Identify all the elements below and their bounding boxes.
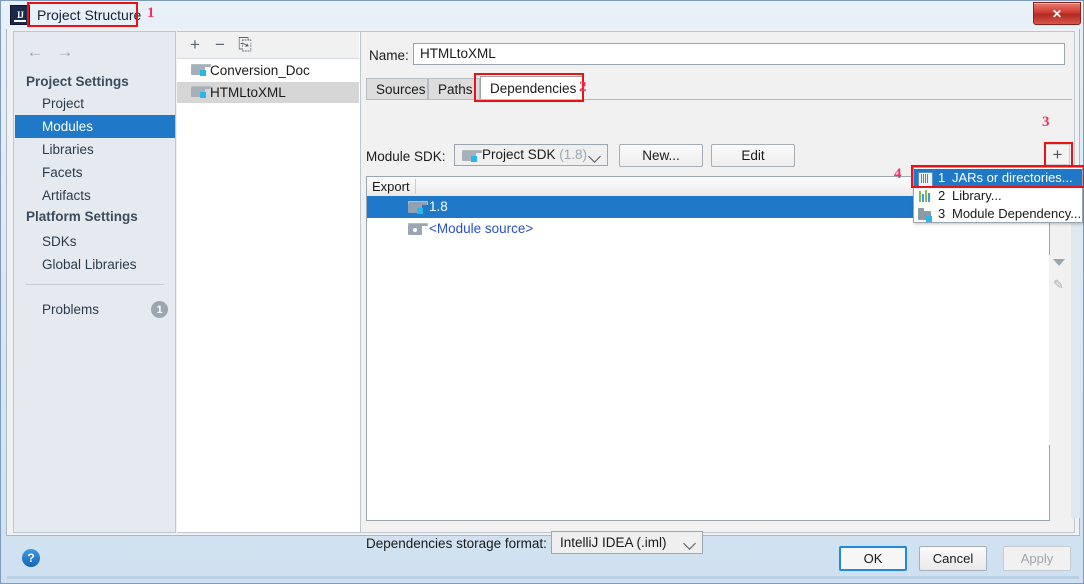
ok-button[interactable]: OK [839, 546, 907, 571]
list-item[interactable]: HTMLtoXML [177, 82, 359, 103]
sidebar-item-sdks[interactable]: SDKs [15, 230, 175, 253]
column-header-export[interactable]: Export [372, 177, 410, 196]
menu-item-module-dependency[interactable]: 3 Module Dependency... [914, 205, 1082, 223]
title-bar: IJ Project Structure ✕ [1, 1, 1084, 29]
sidebar-group-project-settings: Project Settings [26, 74, 129, 89]
edit-pencil-icon[interactable]: ✎ [1053, 278, 1065, 291]
module-sdk-label: Module SDK: [366, 149, 446, 164]
problems-count-badge: 1 [151, 301, 168, 318]
annotation-number-1: 1 [147, 5, 155, 21]
menu-item-label: JARs or directories... [952, 170, 1073, 185]
module-toolbar: + − ⎘ [177, 32, 359, 59]
edit-sdk-button[interactable]: Edit [711, 144, 795, 167]
list-item-label: HTMLtoXML [210, 85, 286, 100]
sidebar-item-global-libraries[interactable]: Global Libraries [15, 253, 175, 276]
table-row-label: <Module source> [429, 221, 534, 236]
tab-underline [366, 99, 1072, 100]
list-item[interactable]: Conversion_Doc [177, 60, 359, 81]
module-folder-icon [191, 64, 211, 76]
annotation-number-3: 3 [1042, 114, 1050, 130]
sidebar-item-project[interactable]: Project [15, 92, 175, 115]
sidebar-group-platform-settings: Platform Settings [26, 209, 138, 224]
forward-arrow-icon[interactable]: → [54, 42, 76, 62]
annotation-number-4: 4 [894, 166, 902, 182]
module-folder-icon [191, 86, 211, 98]
name-label: Name: [369, 48, 409, 63]
dialog-content: ← → Project Settings Project Modules Lib… [6, 29, 1080, 554]
module-list-panel: + − ⎘ Conversion_Doc HTMLtoXML [177, 31, 361, 533]
add-module-button[interactable]: + [185, 35, 205, 55]
close-button[interactable]: ✕ [1033, 2, 1081, 25]
cancel-button[interactable]: Cancel [919, 546, 987, 571]
module-name-input[interactable]: HTMLtoXML [413, 43, 1065, 65]
menu-item-label: Library... [952, 188, 1002, 203]
library-icon [918, 190, 931, 203]
tab-sources[interactable]: Sources [366, 78, 428, 100]
menu-item-library[interactable]: 2 Library... [914, 187, 1082, 205]
sdk-folder-icon [408, 201, 428, 214]
list-item-label: Conversion_Doc [210, 63, 310, 78]
tab-dependencies[interactable]: Dependencies [480, 76, 584, 100]
back-arrow-icon[interactable]: ← [24, 42, 46, 62]
sidebar-item-libraries[interactable]: Libraries [15, 138, 175, 161]
apply-button[interactable]: Apply [1003, 546, 1071, 571]
intellij-idea-icon: IJ [10, 5, 30, 25]
menu-item-number: 1 [938, 170, 946, 185]
tab-paths[interactable]: Paths [428, 78, 480, 100]
add-dependency-menu: 1 JARs or directories... 2 Library... 3 … [913, 167, 1083, 223]
sdk-folder-icon [462, 150, 482, 162]
dependencies-table: Export Scope 1.8 <Module source> [366, 176, 1050, 521]
module-detail-panel: Name: HTMLtoXML Sources Paths Dependenci… [361, 31, 1075, 554]
sidebar-nav: ← → [24, 42, 94, 62]
remove-module-button[interactable]: − [210, 35, 230, 55]
table-side-toolbar: ✎ [1049, 255, 1069, 445]
module-tabs: Sources Paths Dependencies [366, 76, 1072, 100]
chevron-down-icon [588, 150, 601, 163]
module-sdk-value: Project SDK [482, 147, 556, 162]
window-bottom-edge [7, 576, 1079, 579]
module-icon [918, 208, 932, 222]
menu-item-label: Module Dependency... [952, 206, 1082, 221]
sidebar-item-modules[interactable]: Modules [15, 115, 175, 138]
project-structure-dialog: IJ Project Structure ✕ ← → Project Setti… [0, 0, 1084, 584]
move-down-icon[interactable] [1053, 259, 1065, 266]
jar-icon [918, 172, 933, 187]
sidebar-item-artifacts[interactable]: Artifacts [15, 184, 175, 207]
table-row-label: 1.8 [429, 199, 448, 214]
table-scrollbar[interactable] [1071, 171, 1080, 518]
window-title: Project Structure [37, 7, 142, 23]
dialog-footer: ? OK Cancel Apply [6, 536, 1080, 580]
sidebar-divider [26, 284, 164, 285]
module-sdk-version: (1.8) [559, 147, 588, 162]
menu-item-number: 2 [938, 188, 946, 203]
help-button[interactable]: ? [22, 549, 40, 567]
sidebar-item-facets[interactable]: Facets [15, 161, 175, 184]
settings-sidebar: ← → Project Settings Project Modules Lib… [13, 31, 176, 533]
new-sdk-button[interactable]: New... [619, 144, 703, 167]
module-source-icon [408, 223, 428, 235]
add-dependency-button[interactable]: + [1045, 144, 1070, 165]
module-sdk-select[interactable]: Project SDK (1.8) [454, 144, 608, 166]
menu-item-jars-or-directories[interactable]: 1 JARs or directories... [914, 169, 1082, 187]
annotation-number-2: 2 [579, 79, 587, 95]
menu-item-number: 3 [938, 206, 946, 221]
copy-module-button[interactable]: ⎘ [235, 35, 255, 55]
